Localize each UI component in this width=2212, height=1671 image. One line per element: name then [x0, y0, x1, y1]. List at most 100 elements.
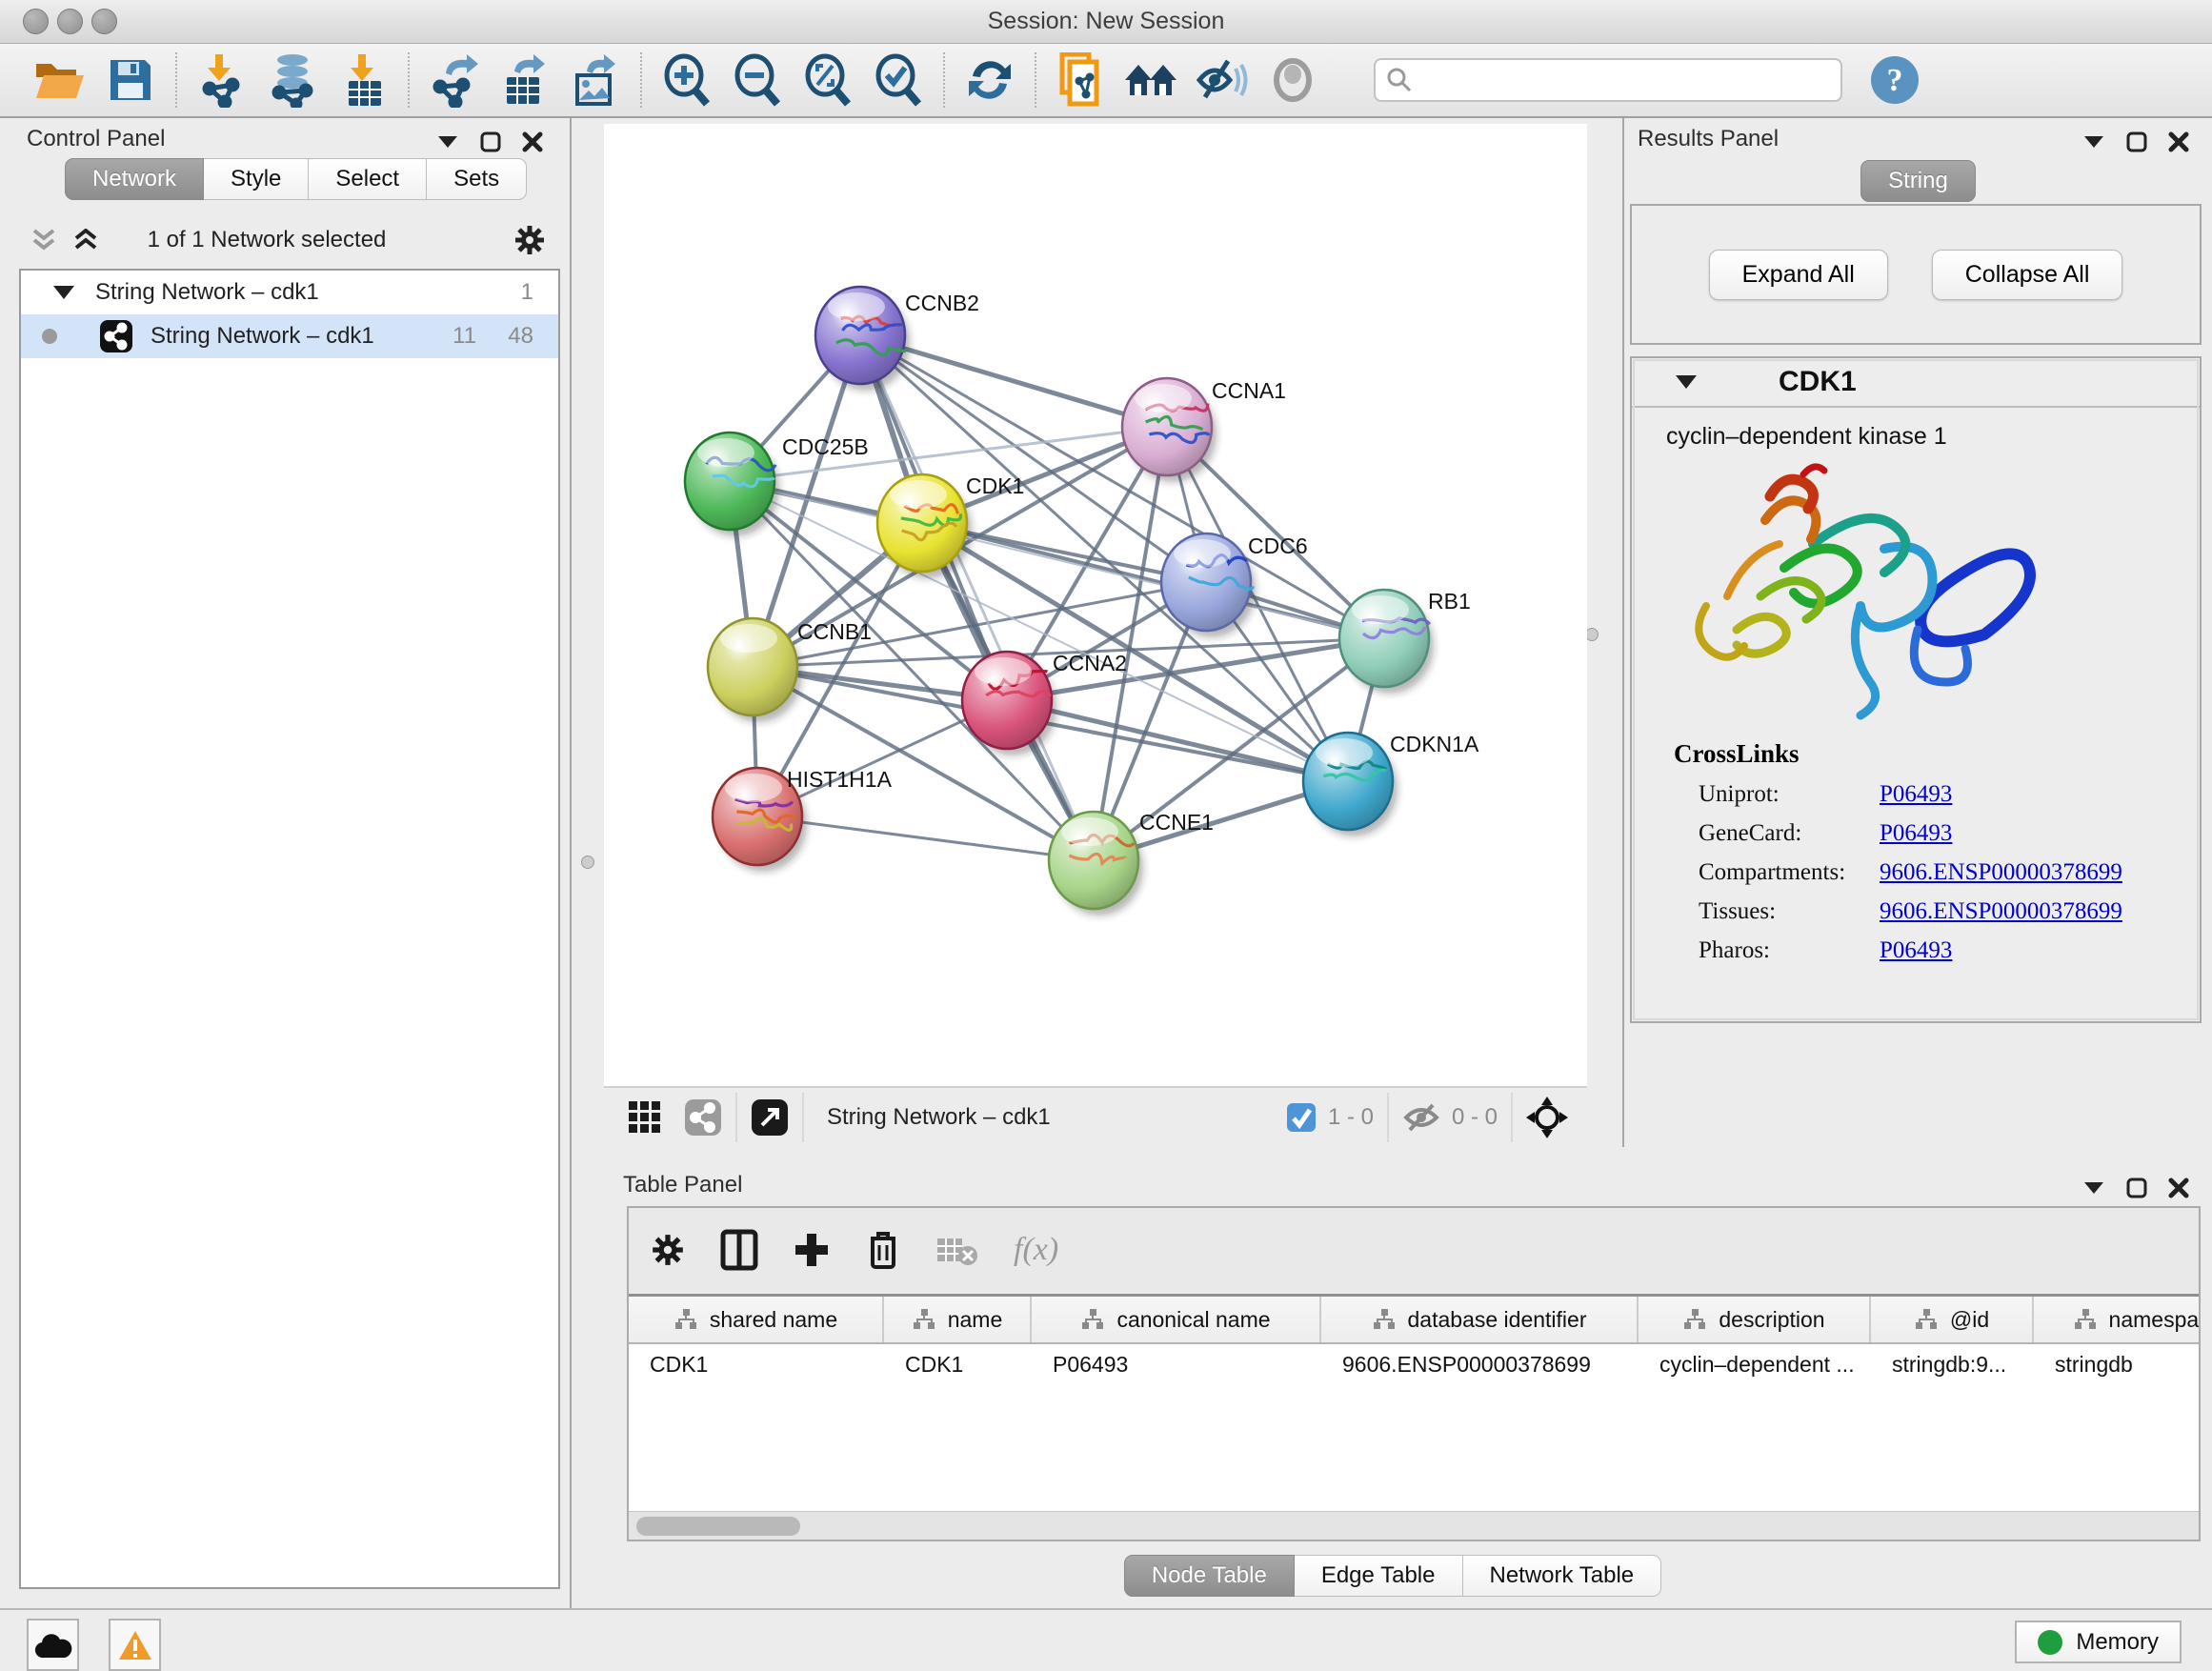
- memory-status-button[interactable]: Memory: [2015, 1621, 2182, 1663]
- protein-structure-image: [1670, 453, 2070, 739]
- detach-view-icon[interactable]: [751, 1098, 789, 1137]
- network-view-mode-icon[interactable]: [684, 1098, 722, 1137]
- crosslink-link[interactable]: P06493: [1880, 820, 1952, 846]
- string-network-graph[interactable]: CCNB2CCNA1CDC25BCDK1CDC6RB1CCNB1CCNA2CDK…: [604, 124, 1587, 1086]
- search-input[interactable]: [1414, 61, 1840, 99]
- tab-network[interactable]: Network: [65, 158, 204, 200]
- export-image-button[interactable]: [560, 49, 631, 111]
- home-button[interactable]: [1116, 49, 1187, 111]
- vertical-splitter-handle-right[interactable]: [1585, 628, 1599, 641]
- cloud-status-button[interactable]: [27, 1619, 79, 1671]
- clone-network-button[interactable]: [1046, 49, 1116, 111]
- table-cell[interactable]: 9606.ENSP00000378699: [1321, 1344, 1639, 1384]
- show-columns-icon[interactable]: [720, 1229, 758, 1271]
- gear-icon[interactable]: [513, 223, 547, 257]
- open-session-button[interactable]: [25, 49, 95, 111]
- table-row[interactable]: CDK1CDK1P064939606.ENSP00000378699cyclin…: [629, 1344, 2199, 1384]
- application-window: Session: New Session: [0, 0, 2212, 1671]
- copy-network-document-icon: [1056, 52, 1106, 108]
- node-CCNE1[interactable]: [1049, 812, 1143, 916]
- column-header-namespace[interactable]: namespace: [2034, 1297, 2201, 1342]
- cloud-icon: [34, 1631, 72, 1660]
- edge-CCNE1-HIST1H1A[interactable]: [757, 816, 1094, 860]
- crosslink-link[interactable]: P06493: [1880, 937, 1952, 963]
- gene-header-row[interactable]: CDK1: [1632, 358, 2200, 408]
- column-header-shared-name[interactable]: shared name: [629, 1297, 884, 1342]
- zoom-out-icon: [732, 52, 783, 108]
- table-cell[interactable]: CDK1: [884, 1344, 1032, 1384]
- node-CCNA1[interactable]: [1122, 378, 1217, 482]
- column-header-name[interactable]: name: [884, 1297, 1032, 1342]
- zoom-selected-button[interactable]: [863, 49, 934, 111]
- refresh-network-button[interactable]: [955, 49, 1025, 111]
- gene-expander-icon[interactable]: [1676, 375, 1697, 389]
- edge-CCNA2-CDKN1A[interactable]: [1007, 700, 1348, 781]
- edge-CCNB2-CCNE1[interactable]: [860, 335, 1094, 860]
- node-CCNB2[interactable]: [815, 287, 910, 391]
- help-button[interactable]: ?: [1860, 49, 1930, 111]
- birds-eye-view-icon[interactable]: [1526, 1097, 1568, 1138]
- crosslink-link[interactable]: P06493: [1880, 781, 1952, 807]
- expand-all-button[interactable]: Expand All: [1709, 250, 1888, 300]
- collection-expander-icon[interactable]: [53, 286, 74, 299]
- import-network-database-button[interactable]: [257, 49, 328, 111]
- import-network-file-button[interactable]: [187, 49, 257, 111]
- export-table-button[interactable]: [490, 49, 560, 111]
- close-panel-icon[interactable]: [522, 131, 543, 152]
- show-panel-button[interactable]: [1257, 49, 1328, 111]
- hidden-eye-icon[interactable]: [1402, 1101, 1440, 1134]
- collapse-all-button[interactable]: Collapse All: [1932, 250, 2123, 300]
- import-table-file-button[interactable]: [328, 49, 398, 111]
- panel-menu-icon[interactable]: [2082, 134, 2105, 150]
- selected-checkbox-icon[interactable]: [1286, 1102, 1317, 1133]
- panel-menu-icon[interactable]: [2082, 1180, 2105, 1196]
- column-header-database-identifier[interactable]: database identifier: [1321, 1297, 1639, 1342]
- table-cell[interactable]: CDK1: [629, 1344, 884, 1384]
- node-CDKN1A[interactable]: [1303, 733, 1398, 836]
- zoom-out-button[interactable]: [722, 49, 793, 111]
- warnings-button[interactable]: [109, 1619, 161, 1671]
- grid-view-icon[interactable]: [627, 1099, 663, 1136]
- hide-panel-button[interactable]: [1187, 49, 1257, 111]
- scrollbar-thumb[interactable]: [636, 1517, 800, 1536]
- table-settings-gear-icon[interactable]: [650, 1232, 686, 1268]
- node-RB1[interactable]: [1339, 590, 1434, 694]
- table-cell[interactable]: cyclin–dependent ...: [1639, 1344, 1871, 1384]
- node-CDC25B[interactable]: [685, 433, 779, 536]
- network-canvas[interactable]: CCNB2CCNA1CDC25BCDK1CDC6RB1CCNB1CCNA2CDK…: [604, 124, 1587, 1086]
- close-panel-icon[interactable]: [2168, 131, 2189, 152]
- tab-network-table[interactable]: Network Table: [1463, 1555, 1662, 1597]
- zoom-fit-button[interactable]: [793, 49, 863, 111]
- float-panel-icon[interactable]: [2126, 1178, 2147, 1198]
- float-panel-icon[interactable]: [2126, 131, 2147, 152]
- node-CDK1[interactable]: [877, 474, 972, 578]
- tab-select[interactable]: Select: [309, 158, 427, 200]
- float-panel-icon[interactable]: [480, 131, 501, 152]
- vertical-splitter-handle-left[interactable]: [581, 856, 594, 869]
- zoom-in-button[interactable]: [652, 49, 722, 111]
- column-header--id[interactable]: @id: [1871, 1297, 2034, 1342]
- panel-menu-icon[interactable]: [436, 134, 459, 150]
- crosslink-link[interactable]: 9606.ENSP00000378699: [1880, 859, 2122, 885]
- delete-column-icon[interactable]: [865, 1229, 901, 1271]
- control-panel-tabs: Network Style Select Sets: [65, 158, 527, 200]
- tab-edge-table[interactable]: Edge Table: [1295, 1555, 1463, 1597]
- column-header-canonical-name[interactable]: canonical name: [1032, 1297, 1321, 1342]
- tab-string-results[interactable]: String: [1860, 160, 1976, 202]
- network-collection-row[interactable]: String Network – cdk1 1: [21, 271, 558, 314]
- save-session-button[interactable]: [95, 49, 166, 111]
- close-panel-icon[interactable]: [2168, 1178, 2189, 1198]
- add-column-icon[interactable]: [793, 1231, 831, 1269]
- crosslink-link[interactable]: 9606.ENSP00000378699: [1880, 898, 2122, 924]
- network-row-selected[interactable]: String Network – cdk1 11 48: [21, 314, 558, 358]
- table-cell[interactable]: stringdb: [2034, 1344, 2201, 1384]
- tab-sets[interactable]: Sets: [427, 158, 527, 200]
- column-header-description[interactable]: description: [1639, 1297, 1871, 1342]
- table-cell[interactable]: stringdb:9...: [1871, 1344, 2034, 1384]
- tab-node-table[interactable]: Node Table: [1124, 1555, 1295, 1597]
- tab-style[interactable]: Style: [204, 158, 309, 200]
- table-cell[interactable]: P06493: [1032, 1344, 1321, 1384]
- table-horizontal-scrollbar[interactable]: [629, 1511, 2199, 1540]
- search-field[interactable]: [1374, 58, 1842, 102]
- export-network-button[interactable]: [419, 49, 490, 111]
